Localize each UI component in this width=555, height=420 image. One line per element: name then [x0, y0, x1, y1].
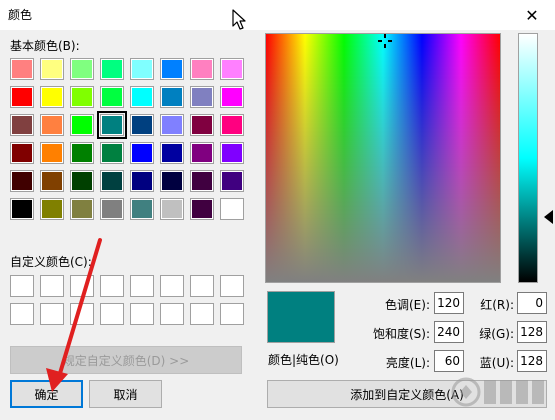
basic-color-swatch[interactable]: [100, 86, 124, 108]
custom-color-slot[interactable]: [220, 303, 244, 325]
basic-color-swatch[interactable]: [100, 58, 124, 80]
custom-color-slot[interactable]: [10, 303, 34, 325]
basic-colors-label: 基本颜色(B):: [10, 39, 80, 53]
saturation-label: 饱和度(S):: [372, 327, 430, 341]
basic-color-swatch[interactable]: [70, 86, 94, 108]
define-custom-colors-button[interactable]: 规定自定义颜色(D) >>: [10, 346, 242, 374]
mouse-cursor-icon: [232, 9, 246, 30]
blue-label: 蓝(U):: [479, 356, 514, 370]
luminosity-input[interactable]: 60: [434, 350, 464, 372]
custom-color-slot[interactable]: [100, 275, 124, 297]
basic-color-swatch[interactable]: [10, 114, 34, 136]
basic-color-swatch[interactable]: [100, 198, 124, 220]
luminosity-label: 亮度(L):: [385, 356, 430, 370]
hue-input[interactable]: 120: [434, 292, 464, 314]
basic-color-swatch[interactable]: [160, 58, 184, 80]
basic-color-swatch[interactable]: [160, 86, 184, 108]
basic-color-swatch[interactable]: [190, 142, 214, 164]
basic-color-swatch[interactable]: [100, 170, 124, 192]
color-spectrum[interactable]: [265, 33, 501, 283]
basic-color-swatch[interactable]: [190, 86, 214, 108]
custom-color-slot[interactable]: [40, 303, 64, 325]
basic-color-swatch[interactable]: [220, 142, 244, 164]
basic-color-swatch[interactable]: [160, 114, 184, 136]
add-to-custom-colors-label: 添加到自定义颜色(A): [350, 387, 464, 402]
title-bar: 颜色 ✕: [0, 0, 555, 30]
custom-color-slot[interactable]: [130, 303, 154, 325]
basic-color-swatch[interactable]: [40, 114, 64, 136]
basic-color-swatch[interactable]: [130, 198, 154, 220]
cancel-label: 取消: [113, 387, 138, 402]
basic-color-swatch[interactable]: [97, 111, 127, 139]
color-preview: [267, 291, 335, 343]
basic-color-swatch[interactable]: [70, 58, 94, 80]
custom-color-slot[interactable]: [40, 275, 64, 297]
custom-colors-label: 自定义颜色(C):: [10, 255, 92, 269]
basic-color-swatch[interactable]: [70, 198, 94, 220]
basic-color-swatch[interactable]: [160, 170, 184, 192]
basic-color-swatch[interactable]: [220, 114, 244, 136]
custom-color-slot[interactable]: [130, 275, 154, 297]
basic-color-swatch[interactable]: [100, 142, 124, 164]
basic-color-swatch[interactable]: [190, 170, 214, 192]
basic-color-swatch[interactable]: [70, 170, 94, 192]
basic-color-swatch[interactable]: [220, 198, 244, 220]
basic-color-swatch[interactable]: [10, 198, 34, 220]
basic-color-swatch[interactable]: [10, 58, 34, 80]
green-input[interactable]: 128: [517, 321, 547, 343]
basic-color-swatch[interactable]: [130, 170, 154, 192]
custom-color-slot[interactable]: [70, 275, 94, 297]
luminosity-pointer-icon[interactable]: [544, 210, 553, 224]
custom-color-slot[interactable]: [220, 275, 244, 297]
basic-color-swatch[interactable]: [220, 86, 244, 108]
red-label: 红(R):: [480, 298, 514, 312]
custom-color-slot[interactable]: [160, 275, 184, 297]
custom-color-slot[interactable]: [190, 303, 214, 325]
saturation-input[interactable]: 240: [434, 321, 464, 343]
cancel-button[interactable]: 取消: [89, 380, 162, 408]
close-button[interactable]: ✕: [509, 0, 555, 30]
custom-color-slot[interactable]: [190, 275, 214, 297]
basic-color-swatch[interactable]: [40, 170, 64, 192]
basic-color-swatch[interactable]: [220, 58, 244, 80]
basic-color-swatch[interactable]: [40, 86, 64, 108]
ok-label: 确定: [34, 387, 59, 402]
color-dialog: 颜色 ✕ 基本颜色(B): 自定义颜色(C): 规定自定义颜色(D) >> 确定…: [0, 0, 555, 420]
basic-color-swatch[interactable]: [40, 58, 64, 80]
window-title: 颜色: [8, 8, 33, 22]
custom-color-slot[interactable]: [100, 303, 124, 325]
basic-color-swatch[interactable]: [130, 86, 154, 108]
basic-color-swatch[interactable]: [130, 142, 154, 164]
green-label: 绿(G):: [479, 327, 514, 341]
preview-label: 颜色|纯色(O): [268, 353, 339, 367]
blue-input[interactable]: 128: [517, 350, 547, 372]
basic-color-swatch[interactable]: [40, 142, 64, 164]
basic-color-grid: [10, 58, 244, 220]
basic-color-swatch[interactable]: [190, 58, 214, 80]
basic-color-swatch[interactable]: [130, 58, 154, 80]
basic-color-swatch[interactable]: [130, 114, 154, 136]
basic-color-swatch[interactable]: [10, 86, 34, 108]
basic-color-swatch[interactable]: [160, 142, 184, 164]
define-custom-colors-label: 规定自定义颜色(D) >>: [62, 353, 190, 368]
basic-color-swatch[interactable]: [70, 142, 94, 164]
ok-button[interactable]: 确定: [10, 380, 83, 408]
basic-color-swatch[interactable]: [190, 198, 214, 220]
luminosity-slider[interactable]: [518, 33, 538, 283]
custom-color-slot[interactable]: [70, 303, 94, 325]
custom-color-slot[interactable]: [160, 303, 184, 325]
red-input[interactable]: 0: [517, 292, 547, 314]
basic-color-swatch[interactable]: [190, 114, 214, 136]
basic-color-swatch[interactable]: [160, 198, 184, 220]
watermark-logo-icon: [451, 377, 544, 407]
basic-color-swatch[interactable]: [10, 142, 34, 164]
basic-color-swatch[interactable]: [220, 170, 244, 192]
basic-color-swatch[interactable]: [40, 198, 64, 220]
hue-label: 色调(E):: [385, 298, 430, 312]
crosshair-icon: [378, 34, 392, 48]
custom-color-grid: [10, 275, 244, 325]
basic-color-swatch[interactable]: [10, 170, 34, 192]
custom-color-slot[interactable]: [10, 275, 34, 297]
basic-color-swatch[interactable]: [70, 114, 94, 136]
